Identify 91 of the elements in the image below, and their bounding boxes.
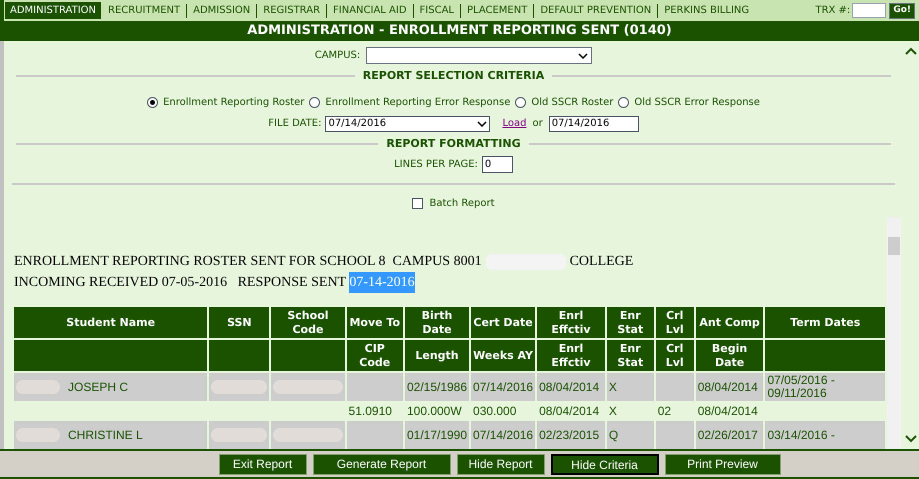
column-header: Crl Lvl: [656, 307, 694, 338]
nav-tab[interactable]: FINANCIAL AID: [327, 1, 413, 20]
table-cell: [346, 373, 403, 401]
trx-label: TRX #:: [815, 4, 850, 18]
table-cell: 01/17/1990: [404, 421, 470, 449]
table-cell: 02/26/2017: [696, 421, 764, 449]
action-button[interactable]: Exit Report: [218, 454, 306, 474]
load-link[interactable]: Load: [502, 116, 526, 131]
column-header: Enrl Effctiv: [537, 340, 605, 371]
nav-tab[interactable]: ADMISSION: [187, 1, 256, 20]
action-button[interactable]: Print Preview: [664, 454, 780, 474]
campus-dropdown[interactable]: [366, 47, 592, 64]
column-header: Weeks AY: [471, 340, 536, 371]
column-header: Ant Comp: [696, 307, 764, 338]
chevron-down-icon: [477, 120, 488, 126]
radio-label: Enrollment Reporting Error Response: [325, 96, 510, 110]
page-title: ADMINISTRATION - ENROLLMENT REPORTING SENT (0140): [0, 21, 919, 41]
column-header: Enrl Effctiv: [537, 307, 605, 338]
table-cell: 02/15/1986: [404, 373, 470, 401]
column-header: SSN: [209, 307, 270, 338]
nav-tab[interactable]: DEFAULT PREVENTION: [534, 1, 658, 20]
table-cell: JOSEPH C: [14, 373, 208, 401]
action-button[interactable]: Hide Report: [456, 454, 544, 474]
column-header: Student Name: [14, 307, 208, 338]
radio-button[interactable]: [618, 96, 630, 108]
column-header: Enr Stat: [606, 340, 654, 371]
table-cell: X: [606, 373, 654, 401]
table-cell-text: 08/04/2014: [538, 403, 600, 419]
table-cell-text: 02: [656, 403, 672, 419]
radio-button[interactable]: [515, 96, 526, 108]
table-cell: 07/14/2016: [471, 373, 536, 401]
column-header: CIP Code: [346, 340, 403, 371]
nav-tab[interactable]: ADMINISTRATION: [4, 1, 102, 20]
table-cell: [656, 373, 694, 401]
column-header: Begin Date: [696, 340, 764, 371]
lines-per-page-field[interactable]: 0: [482, 156, 513, 173]
column-header: Cert Date: [471, 307, 536, 338]
section-heading: REPORT FORMATTING: [386, 136, 521, 152]
column-header: Move To: [346, 307, 403, 338]
table-cell: CHRISTINE L: [14, 421, 208, 449]
table-cell: 02/23/2015: [537, 421, 605, 449]
section-heading: REPORT SELECTION CRITERIA: [362, 68, 544, 84]
table-cell: Q: [606, 421, 654, 449]
checkbox[interactable]: [412, 198, 424, 209]
file-date-dropdown[interactable]: 07/14/2016: [325, 116, 490, 132]
chevron-down-icon: [578, 52, 588, 58]
table-cell-text: 100.000W: [406, 403, 463, 419]
nav-tab[interactable]: FISCAL: [414, 1, 460, 20]
or-text: or: [532, 117, 543, 131]
nav-tab[interactable]: PLACEMENT: [461, 1, 534, 20]
radio-label: Enrollment Reporting Roster: [163, 96, 304, 110]
go-button[interactable]: Go!: [889, 2, 915, 18]
table-cell: 07/05/2016 - 09/11/2016: [765, 373, 885, 401]
scrollbar-thumb[interactable]: [888, 237, 900, 255]
radio-button[interactable]: [147, 96, 158, 108]
column-header: [209, 340, 270, 371]
column-header: Crl Lvl: [656, 340, 694, 371]
scroll-up-icon[interactable]: [905, 47, 917, 55]
scroll-down-icon[interactable]: [905, 435, 917, 443]
radio-label: Old SSCR Error Response: [634, 96, 760, 110]
action-button[interactable]: Generate Report: [312, 454, 450, 474]
campus-label: CAMPUS:: [314, 49, 360, 63]
table-cell: 08/04/2014: [537, 373, 605, 401]
date-field[interactable]: 07/14/2016: [548, 116, 639, 132]
column-header: School Code: [271, 307, 345, 338]
action-button[interactable]: Hide Criteria: [550, 454, 658, 474]
report-header-text: ENROLLMENT REPORTING ROSTER SENT FOR SCHOOL 8 CAMPUS 8001: [14, 253, 482, 271]
table-cell: 03/14/2016 -: [765, 421, 885, 449]
nav-tab[interactable]: REGISTRAR: [257, 1, 326, 20]
table-cell-text: 08/04/2014: [696, 403, 759, 419]
trx-field[interactable]: [852, 3, 886, 18]
table-cell-text: 030.000: [472, 403, 518, 419]
scrollbar[interactable]: [887, 217, 901, 449]
radio-button[interactable]: [309, 96, 320, 108]
batch-report-label: Batch Report: [429, 197, 495, 211]
lines-per-page-label: LINES PER PAGE:: [394, 158, 478, 172]
radio-label: Old SSCR Roster: [531, 96, 614, 110]
table-cell-text: X: [608, 403, 618, 419]
file-date-label: FILE DATE:: [268, 117, 322, 131]
table-cell: 07/14/2016: [471, 421, 536, 449]
column-header: Enr Stat: [606, 307, 654, 338]
nav-tab[interactable]: RECRUITMENT: [102, 1, 186, 20]
report-header-text: INCOMING RECEIVED 07-05-2016 RESPONSE SENT: [14, 274, 347, 292]
column-header: Term Dates: [765, 307, 885, 338]
column-header: Birth Date: [404, 307, 470, 338]
selected-text: 07-14-2016: [349, 272, 415, 293]
nav-tab[interactable]: PERKINS BILLING: [658, 1, 756, 20]
table-cell: 08/04/2014: [696, 373, 764, 401]
report-header-text: COLLEGE: [570, 253, 634, 271]
column-header: Length: [404, 340, 470, 371]
table-cell-text: 51.0910: [348, 403, 393, 419]
